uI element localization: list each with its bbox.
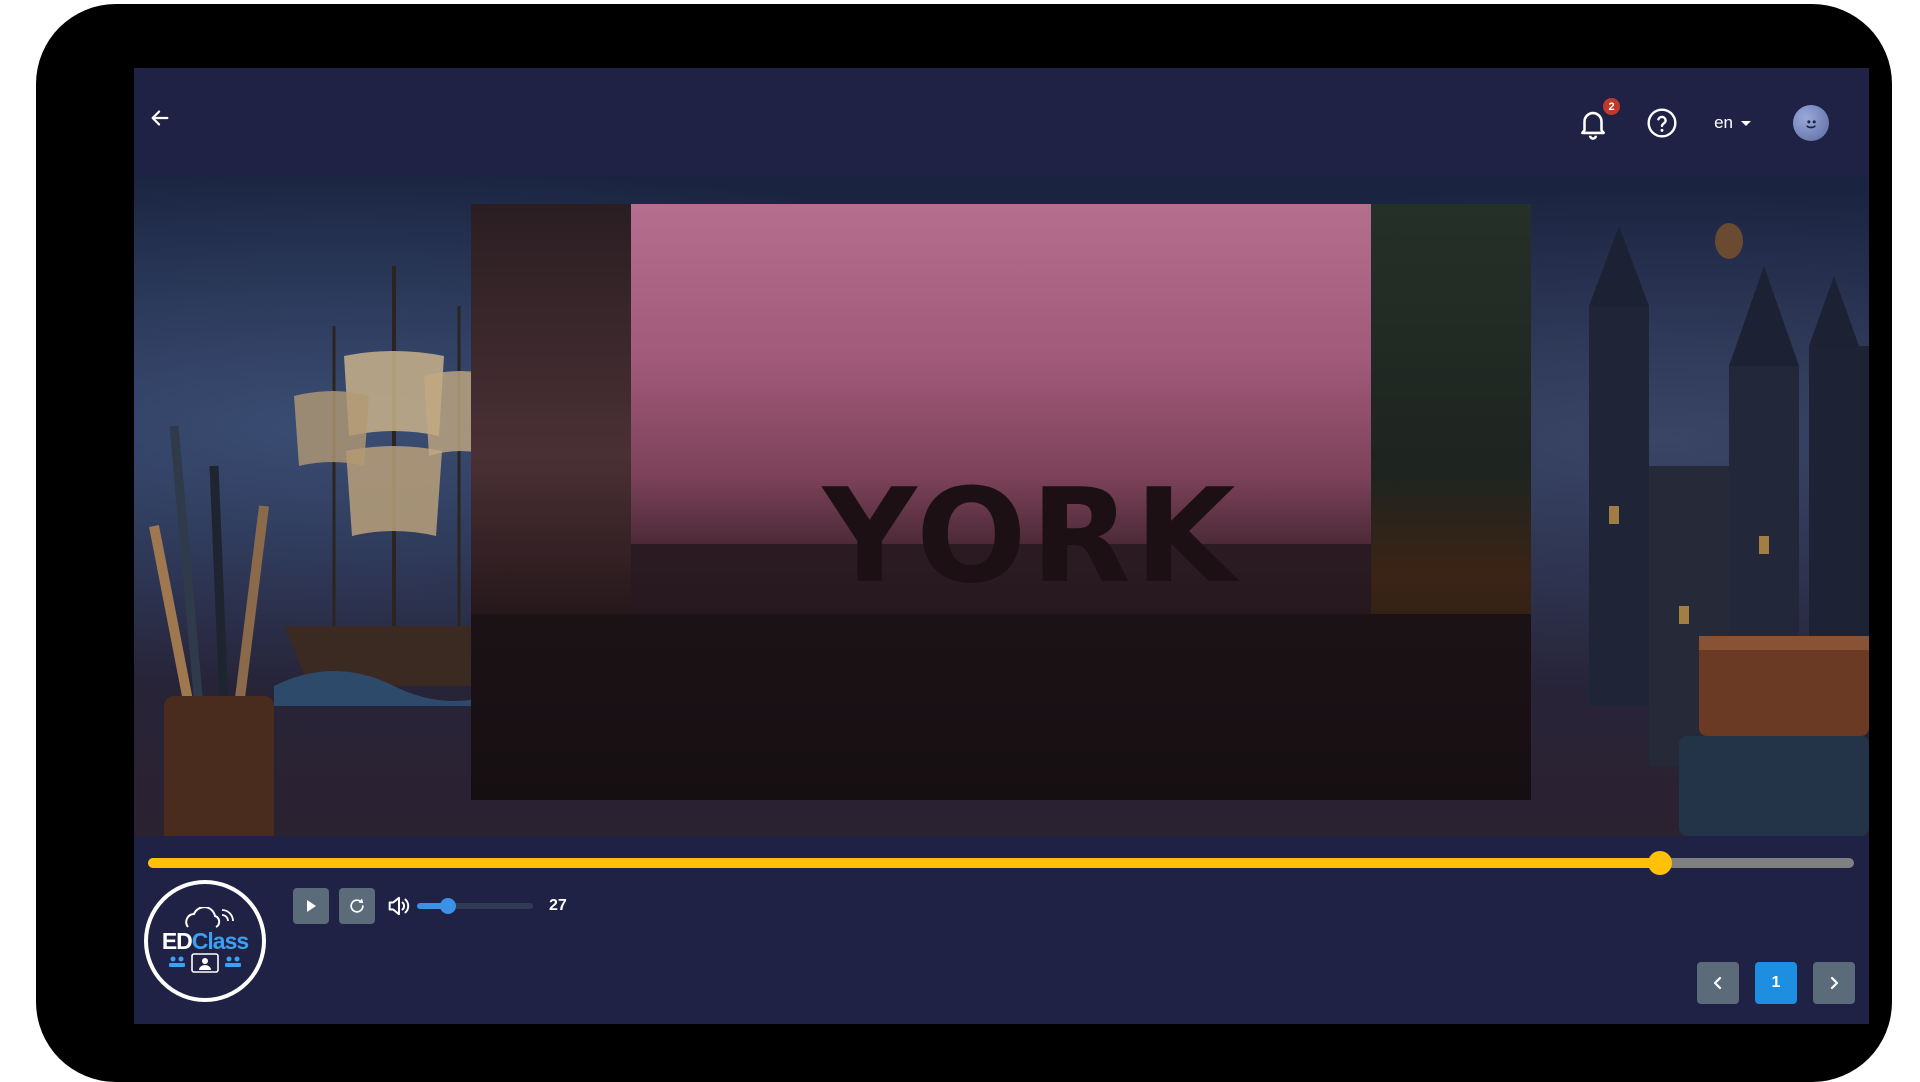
arrow-left-icon [151, 110, 169, 126]
book-stack-illustration [1679, 636, 1869, 836]
volume-handle[interactable] [440, 898, 457, 914]
slide-title: YORK [822, 460, 1240, 612]
pagination: 1 [1681, 962, 1855, 1004]
caret-down-icon [1741, 120, 1751, 126]
device-frame: 2 en YORK EDClass 27 1 [36, 4, 1892, 1082]
avatar-face-icon [1806, 120, 1816, 129]
volume-button[interactable] [385, 892, 413, 920]
language-selector[interactable]: en [1714, 113, 1751, 133]
language-label: en [1714, 113, 1733, 132]
notifications-button[interactable]: 2 [1576, 98, 1621, 140]
help-button[interactable] [1646, 107, 1678, 139]
cloud-wifi-icon [185, 907, 234, 928]
replay-button[interactable] [339, 888, 375, 924]
notification-badge: 2 [1603, 98, 1621, 115]
progress-bar[interactable] [148, 851, 1854, 875]
logo-text-ed: ED [161, 928, 193, 954]
back-button[interactable] [142, 100, 178, 136]
volume-value: 27 [549, 897, 567, 914]
page-number-button[interactable]: 1 [1755, 962, 1797, 1004]
top-right-actions: 2 en [1576, 98, 1829, 148]
progress-fill [148, 858, 1660, 868]
chevron-right-icon [1830, 976, 1839, 990]
play-icon [307, 900, 316, 912]
logo-wordmark: EDClass [161, 928, 249, 954]
prev-page-button[interactable] [1697, 962, 1739, 1004]
classroom-icon [169, 953, 241, 973]
edclass-logo: EDClass [144, 880, 266, 1002]
next-page-button[interactable] [1813, 962, 1855, 1004]
avatar[interactable] [1793, 105, 1829, 141]
logo-text-class: Class [191, 928, 249, 954]
progress-handle[interactable] [1647, 851, 1672, 875]
pencil-cup-illustration [149, 425, 274, 836]
chevron-left-icon [1713, 976, 1722, 990]
question-circle-icon [1647, 108, 1677, 138]
volume-slider[interactable] [417, 898, 533, 914]
top-bar: 2 en [134, 68, 1869, 176]
app-screen: 2 en YORK EDClass 27 1 [134, 68, 1869, 1024]
playback-controls: 27 [293, 888, 567, 924]
slide-ground [471, 614, 1531, 800]
volume-icon [388, 896, 410, 916]
slide-tree-area [471, 204, 631, 624]
slide-stage: YORK [134, 176, 1869, 836]
slide-image: YORK [471, 204, 1531, 800]
replay-icon [350, 898, 364, 913]
play-button[interactable] [293, 888, 329, 924]
